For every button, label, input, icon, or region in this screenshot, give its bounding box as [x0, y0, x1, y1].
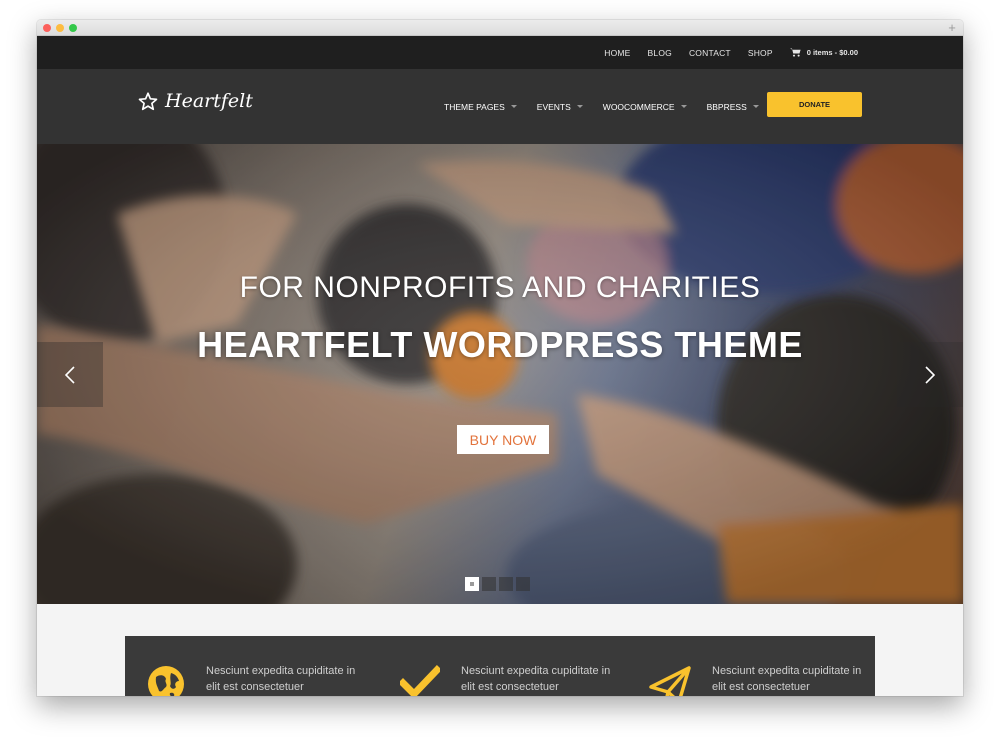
slider-dot[interactable]	[465, 577, 479, 591]
star-icon	[138, 91, 158, 110]
feature-text: Nesciunt expedita cupiditate in elit est…	[712, 663, 872, 695]
chevron-down-icon	[510, 105, 517, 108]
main-nav-theme-pages[interactable]: THEME PAGES	[444, 102, 517, 112]
main-nav-label: EVENTS	[536, 101, 571, 112]
paper-plane-icon	[649, 666, 691, 696]
feature-line-1: Nesciunt expedita cupiditate in	[712, 665, 862, 677]
features-bar: Nesciunt expedita cupiditate in elit est…	[125, 636, 875, 696]
main-nav-woocommerce[interactable]: WOOCOMMERCE	[603, 102, 687, 112]
browser-window: + HOME BLOG CONTACT SHOP 0 items - $0.00…	[37, 20, 963, 696]
feature-line-2: elit est consectetuer	[712, 681, 810, 693]
hero-title: HEARTFELT WORDPRESS THEME	[197, 324, 803, 365]
slider-next-button[interactable]	[897, 342, 963, 407]
main-nav-label: WOOCOMMERCE	[602, 101, 675, 112]
feature-item: Nesciunt expedita cupiditate in elit est…	[400, 636, 621, 696]
chevron-down-icon	[576, 105, 583, 108]
feature-line-2: elit est consectetuer	[461, 681, 559, 693]
top-nav-shop[interactable]: SHOP	[748, 48, 773, 58]
hero-subtitle: FOR NONPROFITS AND CHARITIES	[239, 271, 761, 304]
site-logo[interactable]: Heartfelt	[138, 90, 253, 112]
check-icon	[400, 665, 440, 696]
slider-prev-button[interactable]	[37, 342, 103, 407]
top-nav-home[interactable]: HOME	[604, 48, 630, 58]
cart-icon	[789, 48, 801, 57]
feature-text: Nesciunt expedita cupiditate in elit est…	[461, 663, 621, 695]
slider-dot[interactable]	[482, 577, 496, 591]
top-bar: HOME BLOG CONTACT SHOP 0 items - $0.00	[37, 36, 963, 69]
minimize-window-button[interactable]	[56, 24, 64, 32]
top-nav: HOME BLOG CONTACT SHOP 0 items - $0.00	[587, 36, 858, 69]
hero-slider: FOR NONPROFITS AND CHARITIES HEARTFELT W…	[37, 144, 963, 604]
globe-icon	[148, 666, 184, 696]
chevron-left-icon	[65, 365, 75, 384]
feature-line-1: Nesciunt expedita cupiditate in	[461, 665, 611, 677]
main-nav: THEME PAGES EVENTS WOOCOMMERCE BBPRESS	[444, 69, 779, 144]
slider-dot[interactable]	[499, 577, 513, 591]
donate-button[interactable]: DONATE	[767, 92, 862, 117]
chevron-down-icon	[680, 105, 687, 108]
top-nav-contact[interactable]: CONTACT	[689, 48, 731, 58]
main-nav-events[interactable]: EVENTS	[537, 102, 583, 112]
feature-line-2: elit est consectetuer	[206, 681, 304, 693]
feature-text: Nesciunt expedita cupiditate in elit est…	[206, 663, 366, 695]
main-nav-bbpress[interactable]: BBPRESS	[707, 102, 759, 112]
new-tab-plus-icon[interactable]: +	[945, 21, 959, 35]
hero-photo	[37, 144, 963, 604]
slider-pagination	[465, 577, 533, 591]
buy-now-button[interactable]: BUY NOW	[457, 425, 549, 454]
cart-summary: 0 items - $0.00	[806, 48, 858, 57]
browser-chrome: +	[37, 20, 963, 36]
cart-link[interactable]: 0 items - $0.00	[789, 48, 858, 57]
zoom-window-button[interactable]	[69, 24, 77, 32]
main-nav-label: BBPRESS	[706, 101, 747, 112]
slider-dot[interactable]	[516, 577, 530, 591]
main-nav-label: THEME PAGES	[444, 101, 505, 112]
logo-text: Heartfelt	[165, 90, 253, 112]
top-nav-blog[interactable]: BLOG	[648, 48, 672, 58]
close-window-button[interactable]	[43, 24, 51, 32]
site-header: Heartfelt THEME PAGES EVENTS WOOCOMMERCE…	[37, 69, 963, 144]
chevron-right-icon	[925, 365, 935, 384]
feature-item: Nesciunt expedita cupiditate in elit est…	[147, 636, 366, 696]
feature-item: Nesciunt expedita cupiditate in elit est…	[649, 636, 872, 696]
feature-line-1: Nesciunt expedita cupiditate in	[206, 665, 356, 677]
chevron-down-icon	[752, 105, 759, 108]
